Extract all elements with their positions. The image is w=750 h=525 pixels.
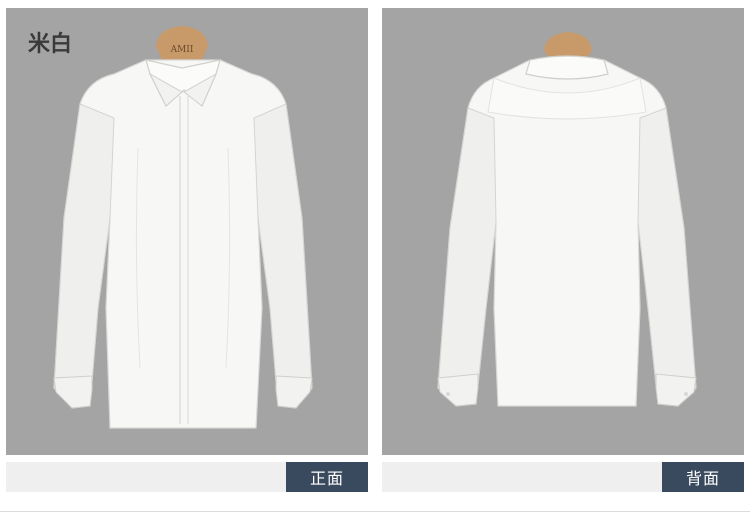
back-view-panel <box>382 8 744 455</box>
front-view-tag: 正面 <box>286 462 368 492</box>
back-label-strip: 背面 <box>382 462 744 492</box>
divider <box>0 511 750 512</box>
back-shirt-image <box>437 32 697 407</box>
front-shirt-image: AMII <box>53 26 313 429</box>
hanger-icon: AMII <box>156 26 208 60</box>
front-view-panel: 米白 AMII <box>6 8 368 455</box>
back-view-tag: 背面 <box>662 462 744 492</box>
hanger-brand-text: AMII <box>170 45 194 55</box>
front-label-strip: 正面 <box>6 462 368 492</box>
